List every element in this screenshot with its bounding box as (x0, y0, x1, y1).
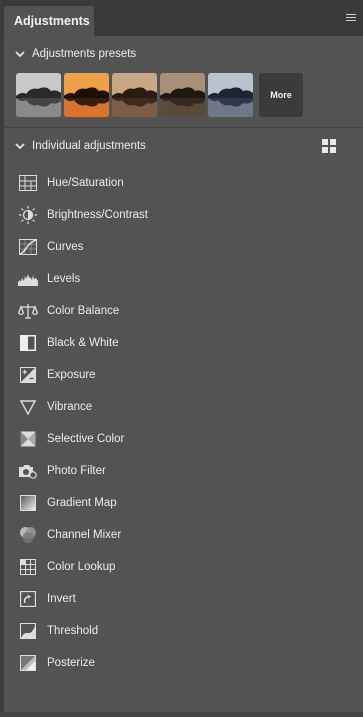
adjustment-item-photo-filter[interactable]: Photo Filter (18, 455, 348, 487)
adjustment-item-hue-saturation[interactable]: Hue/Saturation (18, 167, 348, 199)
adjustment-item-label: Curves (47, 241, 84, 253)
exposure-icon (18, 366, 38, 384)
adjustment-item-color-balance[interactable]: Color Balance (18, 295, 348, 327)
adjustment-item-label: Vibrance (47, 401, 93, 413)
adjustment-item-label: Color Balance (47, 305, 120, 317)
grid-view-icon[interactable] (322, 139, 336, 153)
adjustment-item-exposure[interactable]: Exposure (18, 359, 348, 391)
preset-thumbnail-2[interactable] (64, 73, 109, 117)
hue-saturation-icon (18, 174, 38, 192)
adjustment-item-selective-color[interactable]: Selective Color (18, 423, 348, 455)
curves-icon (18, 238, 38, 256)
presets-section-header[interactable]: Adjustments presets (14, 44, 136, 64)
panel-tab-bar: Adjustments (0, 0, 363, 36)
photo-filter-icon (18, 462, 38, 480)
color-lookup-icon (18, 558, 38, 576)
chevron-down-icon (15, 143, 25, 150)
presets-section-title: Adjustments presets (32, 48, 137, 60)
posterize-icon (18, 654, 38, 672)
tab-adjustments[interactable]: Adjustments (4, 6, 94, 36)
adjustment-item-brightness-contrast[interactable]: Brightness/Contrast (18, 199, 348, 231)
adjustment-item-label: Exposure (47, 369, 96, 381)
adjustment-item-channel-mixer[interactable]: Channel Mixer (18, 519, 348, 551)
panel-bottom-border (0, 712, 363, 717)
presets-row: More (16, 73, 303, 117)
section-divider (4, 127, 363, 128)
vibrance-icon (18, 398, 38, 416)
adjustment-item-label: Brightness/Contrast (47, 209, 148, 221)
preset-thumbnail-4[interactable] (160, 73, 205, 117)
more-presets-button[interactable]: More (259, 73, 303, 117)
adjustment-item-label: Channel Mixer (47, 529, 122, 541)
adjustment-item-label: Levels (47, 273, 81, 285)
adjustment-item-label: Threshold (47, 625, 99, 637)
adjustment-item-threshold[interactable]: Threshold (18, 615, 348, 647)
invert-icon (18, 590, 38, 608)
preset-thumbnail-5[interactable] (208, 73, 253, 117)
black-white-icon (18, 334, 38, 352)
individual-section-header[interactable]: Individual adjustments (14, 136, 146, 156)
adjustment-item-label: Gradient Map (47, 497, 117, 509)
adjustment-item-label: Color Lookup (47, 561, 116, 573)
preset-thumbnail-1[interactable] (16, 73, 61, 117)
adjustment-item-label: Photo Filter (47, 465, 106, 477)
preset-thumbnail-3[interactable] (112, 73, 157, 117)
brightness-contrast-icon (18, 206, 38, 224)
adjustment-item-color-lookup[interactable]: Color Lookup (18, 551, 348, 583)
adjustment-item-label: Black & White (47, 337, 119, 349)
panel-left-border (0, 36, 4, 717)
gradient-map-icon (18, 494, 38, 512)
adjustment-item-black-white[interactable]: Black & White (18, 327, 348, 359)
adjustment-item-gradient-map[interactable]: Gradient Map (18, 487, 348, 519)
selective-color-icon (18, 430, 38, 448)
channel-mixer-icon (18, 526, 38, 544)
individual-section-title: Individual adjustments (32, 140, 146, 152)
adjustments-list: Hue/Saturation Brightness/Contrast Curve… (18, 167, 348, 679)
chevron-down-icon (15, 51, 25, 58)
adjustment-item-vibrance[interactable]: Vibrance (18, 391, 348, 423)
adjustment-item-label: Invert (47, 593, 76, 605)
adjustment-item-invert[interactable]: Invert (18, 583, 348, 615)
adjustment-item-label: Posterize (47, 657, 95, 669)
adjustment-item-curves[interactable]: Curves (18, 231, 348, 263)
panel-menu-icon[interactable] (346, 14, 356, 22)
color-balance-icon (18, 302, 38, 320)
levels-icon (18, 270, 38, 288)
adjustment-item-posterize[interactable]: Posterize (18, 647, 348, 679)
adjustment-item-label: Selective Color (47, 433, 125, 445)
adjustment-item-label: Hue/Saturation (47, 177, 124, 189)
adjustment-item-levels[interactable]: Levels (18, 263, 348, 295)
threshold-icon (18, 622, 38, 640)
